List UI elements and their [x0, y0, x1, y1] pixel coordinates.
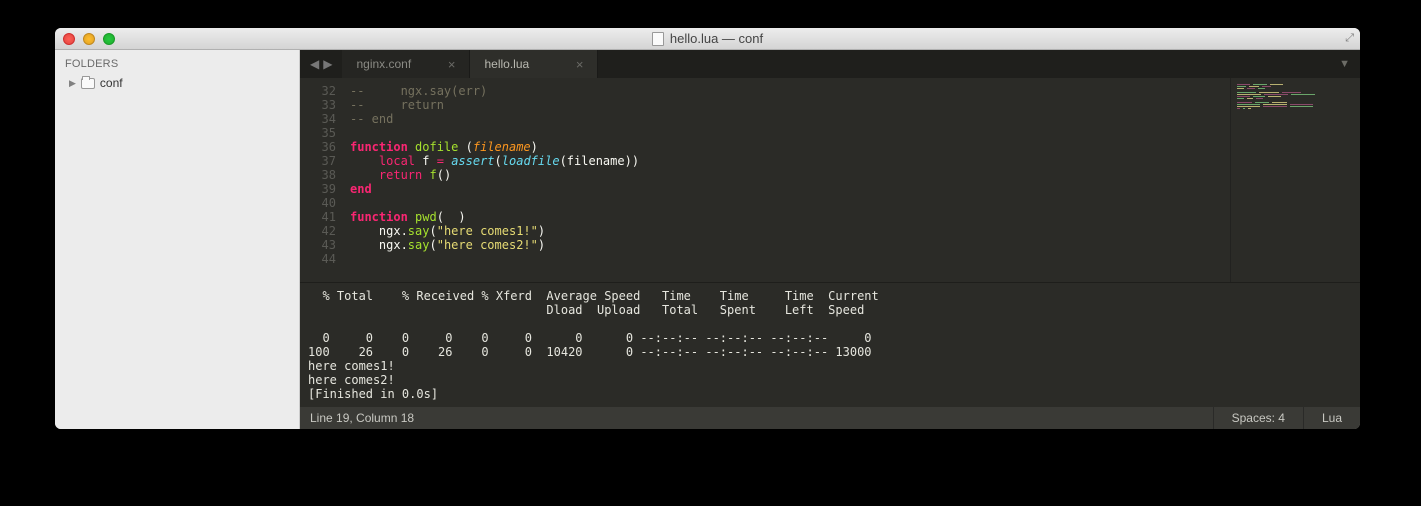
tab-label: nginx.conf	[356, 57, 411, 71]
tab-history-nav: ◀ ▶	[300, 50, 342, 78]
tab-close-icon[interactable]: ×	[576, 58, 584, 71]
tab-label: hello.lua	[484, 57, 529, 71]
sidebar-item-label: conf	[100, 76, 123, 90]
window-title-text: hello.lua — conf	[670, 31, 763, 46]
document-icon	[652, 32, 664, 46]
tab-bar: ◀ ▶ nginx.conf × hello.lua × ▼	[300, 50, 1360, 78]
fullscreen-button[interactable]: ⤢	[1345, 32, 1354, 45]
sidebar-header: FOLDERS	[55, 56, 299, 74]
window-body: FOLDERS ▶ conf ◀ ▶ nginx.conf × hello.lu…	[55, 50, 1360, 429]
sidebar-item-conf[interactable]: ▶ conf	[55, 74, 299, 92]
window-title: hello.lua — conf	[55, 31, 1360, 46]
editor-window: hello.lua — conf ⤢ FOLDERS ▶ conf ◀ ▶ ng…	[55, 28, 1360, 429]
tab-overflow-button[interactable]: ▼	[1329, 50, 1360, 78]
nav-back-button[interactable]: ◀	[310, 57, 319, 71]
folder-icon	[81, 78, 95, 89]
tab-close-icon[interactable]: ×	[448, 58, 456, 71]
main-panel: ◀ ▶ nginx.conf × hello.lua × ▼ 323334353…	[300, 50, 1360, 429]
syntax-selector[interactable]: Lua	[1303, 407, 1360, 429]
tab-nginx-conf[interactable]: nginx.conf ×	[342, 50, 470, 78]
minimap[interactable]	[1230, 78, 1360, 282]
statusbar-right: Spaces: 4 Lua	[1213, 407, 1360, 429]
editor-area: 32333435363738394041424344 -- ngx.say(er…	[300, 78, 1360, 282]
indent-settings[interactable]: Spaces: 4	[1213, 407, 1303, 429]
sidebar: FOLDERS ▶ conf	[55, 50, 300, 429]
status-bar: Line 19, Column 18 Spaces: 4 Lua	[300, 407, 1360, 429]
nav-forward-button[interactable]: ▶	[323, 57, 332, 71]
cursor-position: Line 19, Column 18	[310, 411, 414, 425]
line-number-gutter: 32333435363738394041424344	[300, 78, 344, 282]
code-editor[interactable]: -- ngx.say(err)-- return-- end function …	[344, 78, 1230, 282]
tab-hello-lua[interactable]: hello.lua ×	[470, 50, 598, 78]
build-output-console[interactable]: % Total % Received % Xferd Average Speed…	[300, 282, 1360, 407]
disclosure-triangle-icon[interactable]: ▶	[69, 78, 76, 89]
titlebar: hello.lua — conf ⤢	[55, 28, 1360, 50]
